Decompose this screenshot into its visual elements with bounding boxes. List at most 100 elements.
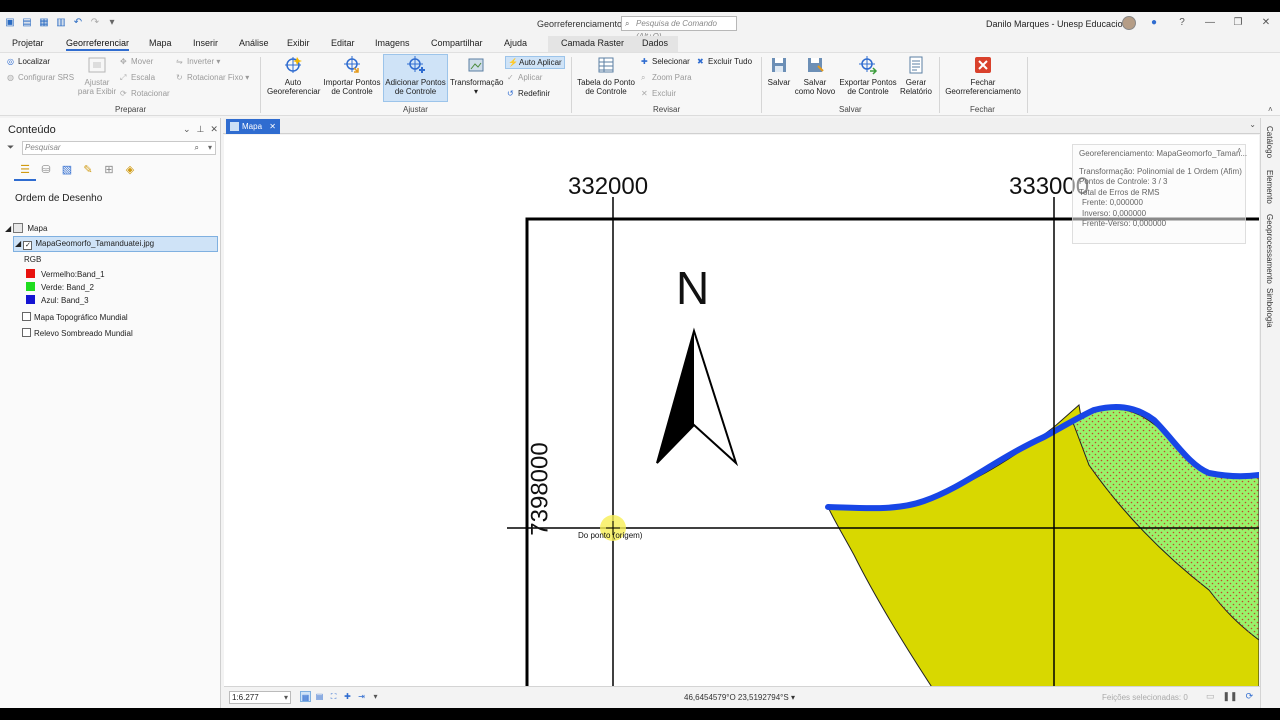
band-green: Verde: Band_2 [26, 282, 94, 292]
auto-aplicar-toggle[interactable]: ⚡Auto Aplicar [505, 56, 565, 69]
tree-item-basemap-hillshade[interactable]: Relevo Sombreado Mundial [22, 328, 133, 338]
snapping-toggle-icon[interactable]: ⇥ [356, 691, 367, 702]
salvar-como-novo-button[interactable]: Salvar como Novo [793, 55, 837, 96]
scale-selector[interactable]: 1:6.277 ▾ [229, 691, 291, 704]
tab-list-icon[interactable]: ⌄ [1249, 120, 1256, 129]
geoprocessing-pane-tab[interactable]: Geoprocessamento [1265, 214, 1274, 284]
close-pane-icon[interactable]: ✕ [210, 124, 218, 135]
auto-georeferenciar-button[interactable]: Auto Georeferenciar [267, 55, 320, 96]
transformacao-dropdown[interactable]: Transformação ▾ [450, 55, 504, 96]
contents-search-input[interactable]: Pesquisar ⌕ ▾ [22, 141, 216, 155]
tabela-pontos-button[interactable]: Tabela do Ponto de Controle [576, 55, 636, 96]
tab-exibir[interactable]: Exibir [287, 38, 310, 48]
avatar[interactable] [1122, 16, 1136, 30]
tree-item-layer[interactable]: ◢ ✓ MapaGeomorfo_Tamanduatei.jpg [15, 239, 154, 250]
excluir-tudo-button[interactable]: ✖ Excluir Tudo [697, 57, 752, 66]
tree-item-basemap-topographic[interactable]: Mapa Topográfico Mundial [22, 312, 128, 322]
configurar-srs-button[interactable]: ◍ Configurar SRS [7, 73, 74, 82]
zoom-para-button[interactable]: ⌕ Zoom Para [641, 73, 692, 83]
close-tab-icon[interactable]: ✕ [269, 119, 276, 134]
tab-projetar[interactable]: Projetar [12, 38, 44, 48]
mover-button[interactable]: ✥ Mover [120, 57, 153, 66]
chevron-down-icon[interactable]: ▾ [791, 693, 795, 702]
fixed-zoom-icon[interactable]: ▦ [300, 691, 311, 702]
chevron-down-icon[interactable]: ▾ [370, 691, 381, 702]
fechar-georreferenciamento-button[interactable]: Fechar Georreferenciamento [942, 55, 1024, 96]
pin-icon[interactable]: ⊥ [197, 124, 205, 135]
symbology-pane-tab[interactable]: Simbologia [1265, 288, 1274, 328]
editing-icon[interactable]: ✎ [81, 163, 95, 177]
pane-options-icon[interactable]: ⌄ [183, 124, 191, 135]
globe-icon: ◍ [7, 73, 14, 82]
undo-icon[interactable]: ↶ [72, 17, 84, 29]
help-icon[interactable]: ? [1176, 17, 1188, 28]
ajustar-exibir-button[interactable]: Ajustar para Exibir [76, 55, 118, 96]
chevron-down-icon[interactable]: ▾ [208, 142, 212, 154]
tab-ajuda[interactable]: Ajuda [504, 38, 527, 48]
notification-icon[interactable]: ● [1148, 17, 1160, 28]
tab-compartilhar[interactable]: Compartilhar [431, 38, 483, 48]
aplicar-button[interactable]: ✓ Aplicar [507, 73, 542, 82]
rotacionar-button[interactable]: ⟳ Rotacionar [120, 89, 170, 98]
grid-icon[interactable]: ▤ [314, 691, 325, 702]
maximize-icon[interactable]: ❐ [1232, 17, 1244, 28]
reset-icon: ↺ [507, 89, 514, 98]
map-icon [13, 223, 24, 233]
data-source-icon[interactable]: ⛁ [39, 163, 53, 177]
gerar-relatorio-button[interactable]: Gerar Relatório [898, 55, 934, 96]
layer-visibility-checkbox[interactable]: ✓ [23, 241, 33, 250]
layer-visibility-checkbox[interactable] [22, 328, 31, 337]
open-icon[interactable]: ▤ [21, 17, 33, 29]
tab-mapa[interactable]: Mapa [149, 38, 172, 48]
tree-item-map[interactable]: ◢ Mapa [5, 223, 47, 233]
tab-editar[interactable]: Editar [331, 38, 355, 48]
excluir-button[interactable]: ✕ Excluir [641, 89, 676, 98]
control-point-label: Do ponto (origem) [578, 531, 643, 540]
filter-icon[interactable]: ⏷ [7, 142, 14, 153]
salvar-button[interactable]: Salvar [765, 55, 793, 87]
user-name[interactable]: Danilo Marques - Unesp Educacional [986, 19, 1135, 29]
importar-pontos-button[interactable]: Importar Pontos de Controle [322, 55, 382, 96]
tab-camada-raster[interactable]: Camada Raster [561, 38, 624, 48]
contents-pane: Conteúdo ⌄ ⊥ ✕ ⏷ Pesquisar ⌕ ▾ ☰ ⛁ ▧ ✎ ⊞… [0, 118, 221, 708]
tab-analise[interactable]: Análise [239, 38, 269, 48]
redo-icon[interactable]: ↷ [89, 17, 101, 29]
close-info-icon[interactable]: ˄ [1237, 146, 1242, 155]
tab-georreferenciar[interactable]: Georreferenciar [66, 38, 130, 51]
drawing-order-icon[interactable]: ☰ [18, 163, 32, 177]
collapse-ribbon-icon[interactable]: ˄ [1268, 105, 1273, 114]
tab-inserir[interactable]: Inserir [193, 38, 218, 48]
adicionar-pontos-button[interactable]: Adicionar Pontos de Controle [383, 54, 448, 102]
selection-icon[interactable]: ▧ [60, 163, 74, 177]
close-icon[interactable]: ✕ [1260, 17, 1272, 28]
info-control-points: Pontos de Controle: 3 / 3 [1079, 177, 1168, 186]
tab-imagens[interactable]: Imagens [375, 38, 410, 48]
map-view[interactable]: 332000 333000 7398000 N Do ponto (origem… [224, 135, 1259, 698]
escala-button[interactable]: ⤢ Escala [120, 73, 155, 83]
new-icon[interactable]: ▥ [55, 17, 67, 29]
inverter-button[interactable]: ⇋ Inverter ▾ [176, 57, 220, 66]
tab-map-view[interactable]: Mapa ✕ [226, 119, 280, 134]
redefinir-button[interactable]: ↺ Redefinir [507, 89, 550, 98]
refresh-icon[interactable]: ⟳ [1246, 691, 1254, 702]
snapping-icon[interactable]: ⊞ [102, 163, 116, 177]
layer-visibility-checkbox[interactable] [22, 312, 31, 321]
extent-icon[interactable]: ⛶ [328, 691, 339, 702]
search-icon[interactable]: ⌕ [195, 142, 199, 154]
catalog-pane-tab[interactable]: Catálogo [1265, 126, 1274, 158]
exportar-pontos-button[interactable]: Exportar Pontos de Controle [838, 55, 898, 96]
element-pane-tab[interactable]: Elemento [1265, 170, 1274, 204]
rotacionar-fixo-button[interactable]: ↻ Rotacionar Fixo ▾ [176, 73, 249, 82]
tab-dados[interactable]: Dados [642, 38, 668, 48]
labeling-icon[interactable]: ◈ [123, 163, 137, 177]
save-icon[interactable]: ▦ [38, 17, 50, 29]
selecionar-button[interactable]: ✚ Selecionar [641, 57, 690, 66]
localizar-button[interactable]: ◎ Localizar [7, 57, 50, 66]
navigate-icon[interactable]: ✚ [342, 691, 353, 702]
customize-icon[interactable]: ▾ [106, 17, 118, 29]
project-icon[interactable]: ▣ [4, 17, 16, 29]
pause-icon[interactable]: ❚❚ [1223, 691, 1238, 702]
command-search-input[interactable]: ⌕ Pesquisa de Comando (Alt+Q) [621, 16, 737, 41]
selection-table-icon[interactable]: ▭ [1206, 691, 1215, 702]
minimize-icon[interactable]: — [1204, 17, 1216, 28]
